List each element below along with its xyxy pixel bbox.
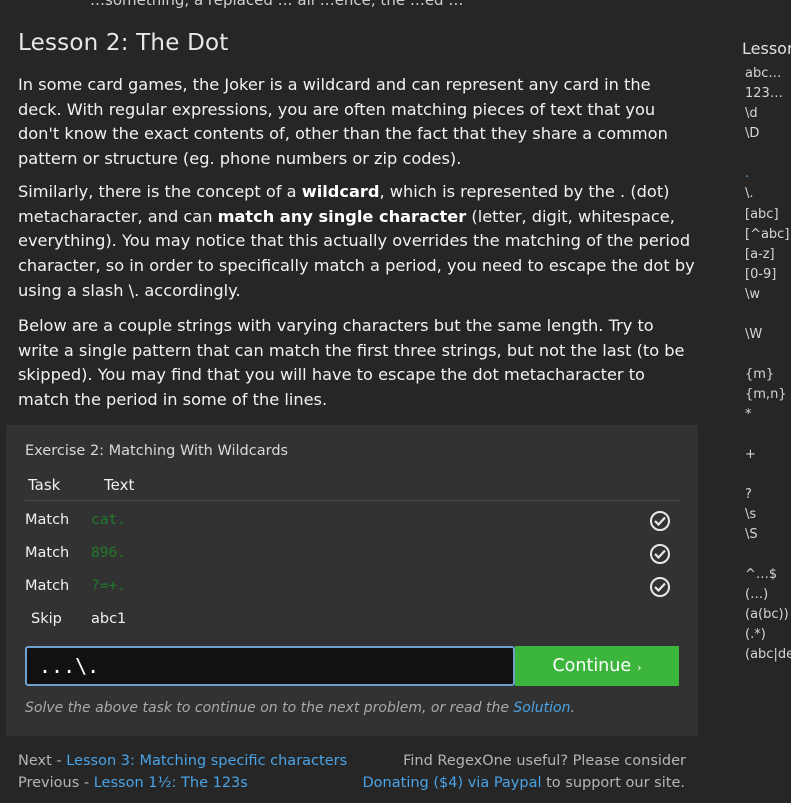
- hint-suffix: .: [570, 700, 575, 716]
- top-partial-text: …something, a replaced … all …ence, the …: [90, 0, 464, 9]
- sidebar-item[interactable]: \s: [745, 507, 756, 522]
- sidebar-item[interactable]: *: [745, 407, 752, 422]
- column-header-task: Task: [28, 476, 61, 494]
- continue-button[interactable]: Continue ›: [515, 646, 679, 686]
- sidebar-item[interactable]: \S: [745, 527, 758, 542]
- sidebar-item[interactable]: \.: [745, 186, 754, 201]
- sidebar-item[interactable]: (abc|de: [745, 647, 791, 662]
- chevron-right-icon: ›: [637, 661, 642, 674]
- hint-prefix: Solve the above task to continue on to t…: [25, 700, 514, 716]
- row-text: ?=+.: [91, 578, 126, 594]
- continue-label: Continue: [552, 656, 632, 676]
- sidebar-item[interactable]: abc…: [745, 66, 781, 81]
- donate-suffix: to support our site.: [541, 775, 685, 791]
- sidebar-item[interactable]: [abc]: [745, 207, 779, 222]
- sidebar-item[interactable]: 123…: [745, 86, 783, 101]
- check-circle-icon: [650, 544, 670, 564]
- table-row: Match cat.: [6, 511, 698, 540]
- next-prefix: Next -: [18, 753, 67, 769]
- next-lesson-link[interactable]: Lesson 3: Matching specific characters: [66, 753, 347, 769]
- previous-lesson-link[interactable]: Lesson 1½: The 123s: [94, 775, 248, 791]
- row-task: Match: [25, 545, 70, 561]
- regex-input-container: [25, 646, 515, 686]
- previous-lesson: Previous - Lesson 1½: The 123s: [18, 775, 248, 791]
- table-row: Skip abc1: [6, 611, 698, 639]
- sidebar-item[interactable]: \d: [745, 106, 758, 121]
- sidebar-item[interactable]: {m,n}: [745, 387, 787, 402]
- row-text: cat.: [91, 512, 126, 528]
- sidebar-item[interactable]: \D: [745, 126, 759, 141]
- hint-text: Solve the above task to continue on to t…: [25, 700, 575, 716]
- sidebar-item[interactable]: \W: [745, 327, 762, 342]
- lesson-title: Lesson 2: The Dot: [18, 30, 229, 56]
- row-task: Match: [25, 578, 70, 594]
- p2-text-a: Similarly, there is the concept of a: [18, 182, 302, 201]
- sidebar-item[interactable]: (…): [745, 587, 768, 602]
- sidebar-item[interactable]: .: [745, 166, 749, 181]
- wildcard-term: wildcard: [301, 182, 380, 201]
- sidebar-item[interactable]: \w: [745, 287, 760, 302]
- next-lesson: Next - Lesson 3: Matching specific chara…: [18, 753, 347, 769]
- sidebar-item[interactable]: (a(bc)): [745, 607, 789, 622]
- sidebar-item[interactable]: (.*): [745, 627, 766, 642]
- sidebar-item[interactable]: ^…$: [745, 567, 777, 582]
- row-task: Match: [25, 512, 70, 528]
- sidebar-item[interactable]: [^abc]: [745, 227, 789, 242]
- prev-prefix: Previous -: [18, 775, 94, 791]
- column-header-text: Text: [104, 476, 135, 494]
- exercise-panel: Exercise 2: Matching With Wildcards Task…: [6, 425, 698, 736]
- row-task: Skip: [31, 611, 62, 627]
- table-row: Match 896.: [6, 544, 698, 573]
- lesson-paragraph-3: Below are a couple strings with varying …: [18, 316, 685, 410]
- row-text: abc1: [91, 611, 127, 627]
- sidebar-item[interactable]: {m}: [745, 367, 774, 382]
- header-divider: [25, 500, 680, 501]
- sidebar-item[interactable]: +: [745, 447, 756, 462]
- sidebar-item[interactable]: ?: [745, 487, 752, 502]
- donate-link[interactable]: Donating ($4) via Paypal: [363, 775, 542, 791]
- donate-line: Donating ($4) via Paypal to support our …: [363, 775, 685, 791]
- sidebar-item[interactable]: [a-z]: [745, 247, 775, 262]
- sidebar-item[interactable]: [0-9]: [745, 267, 776, 282]
- row-text: 896.: [91, 545, 126, 561]
- lesson-paragraph-2: Similarly, there is the concept of a wil…: [18, 180, 698, 304]
- support-text: Find RegexOne useful? Please consider: [403, 753, 686, 769]
- match-any-term: match any single character: [217, 206, 467, 226]
- lesson-paragraph-1: In some card games, the Joker is a wildc…: [18, 75, 668, 169]
- check-circle-icon: [650, 511, 670, 531]
- exercise-title: Exercise 2: Matching With Wildcards: [25, 443, 289, 459]
- check-circle-icon: [650, 577, 670, 597]
- sidebar-title: Lessor: [742, 39, 791, 58]
- solution-link[interactable]: Solution: [513, 700, 570, 716]
- regex-input[interactable]: [27, 648, 513, 684]
- table-row: Match ?=+.: [6, 577, 698, 606]
